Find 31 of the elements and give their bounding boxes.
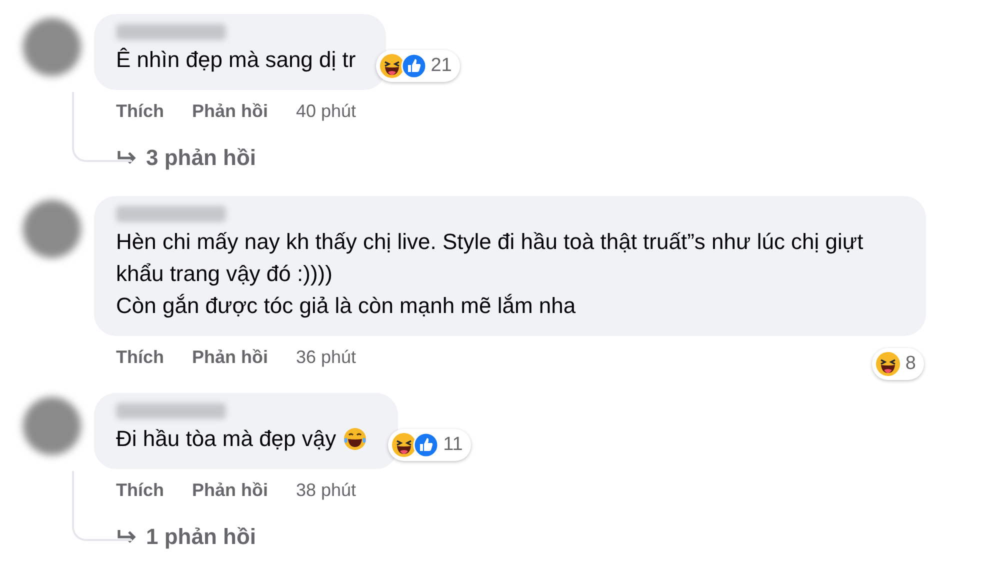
comment-text: Hèn chi mấy nay kh thấy chị live. Style đi hầu toà thật truất”s như lúc chị giựt khẩu trang vậy đó :)))) Còn gắn được tóc giả là còn mạnh mẽ lắm nha — [116, 228, 864, 320]
avatar[interactable] — [23, 18, 81, 76]
laughing-emoji-icon — [378, 52, 405, 79]
reply-link[interactable]: Phản hồi — [192, 477, 268, 504]
reply-arrow-icon — [116, 148, 138, 166]
comment-time: 36 phút — [296, 346, 356, 369]
reaction-pill[interactable]: 21 — [376, 50, 460, 82]
view-replies-link[interactable]: 3 phản hồi — [94, 141, 256, 174]
reaction-count: 21 — [430, 54, 452, 78]
reaction-pill[interactable]: 11 — [388, 428, 471, 461]
laughing-emoji-icon — [391, 432, 418, 458]
avatar[interactable] — [23, 397, 81, 455]
reaction-count: 11 — [443, 432, 463, 456]
thumbs-up-icon — [413, 432, 440, 458]
comment-text: Ê nhìn đẹp mà sang dị tr — [116, 46, 356, 74]
view-replies-link[interactable]: 1 phản hồi — [94, 520, 256, 553]
reaction-count: 8 — [905, 352, 916, 376]
reply-arrow-icon — [116, 528, 138, 546]
like-link[interactable]: Thích — [116, 98, 164, 125]
reply-link[interactable]: Phản hồi — [192, 98, 268, 125]
tears-of-joy-emoji-icon — [342, 426, 368, 452]
laughing-emoji-icon — [875, 350, 902, 377]
reaction-pill[interactable]: 8 — [872, 348, 924, 380]
comment-text: Đi hầu tòa mà đẹp vậy — [116, 425, 336, 453]
thumbs-up-icon — [400, 52, 427, 79]
avatar[interactable] — [23, 200, 81, 258]
comment-time: 40 phút — [296, 100, 356, 123]
reply-link[interactable]: Phản hồi — [192, 344, 268, 371]
like-link[interactable]: Thích — [116, 477, 164, 504]
comment-time: 38 phút — [296, 479, 356, 502]
like-link[interactable]: Thích — [116, 344, 164, 371]
